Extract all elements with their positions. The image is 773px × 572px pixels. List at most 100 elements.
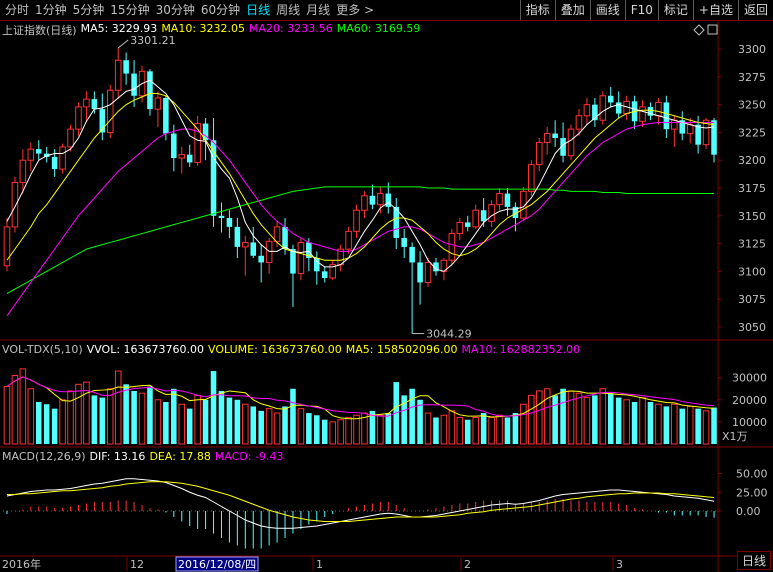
- ma20-line: [6, 121, 715, 317]
- volume-bar: [147, 386, 153, 444]
- candle-body: [615, 102, 622, 114]
- x-axis-label: 1: [316, 558, 323, 571]
- candle-body: [83, 98, 90, 108]
- candle-body: [91, 99, 98, 110]
- volume-bar: [671, 403, 678, 445]
- candle-body: [504, 193, 511, 207]
- tab-weekly[interactable]: 周线: [273, 2, 303, 18]
- candle-body: [599, 95, 607, 121]
- candle-body: [671, 119, 678, 130]
- candle-body: [535, 141, 543, 166]
- candle-body: [114, 59, 122, 91]
- candle-body: [19, 159, 27, 183]
- tab-60min[interactable]: 60分钟: [198, 2, 243, 18]
- volume-bar: [218, 390, 225, 444]
- volume-bar: [560, 388, 566, 444]
- tab-daily[interactable]: 日线: [243, 2, 273, 18]
- volume-bar: [448, 410, 456, 445]
- candle-body: [163, 98, 169, 134]
- period-tabs: 分时 1分钟 5分钟 15分钟 30分钟 60分钟 日线 周线 月线 更多 >: [2, 2, 377, 18]
- volume-bar: [99, 397, 106, 444]
- tab-15min[interactable]: 15分钟: [107, 2, 152, 18]
- volume-bar: [282, 406, 288, 444]
- volume-bar: [11, 374, 19, 445]
- candle-body: [496, 193, 503, 206]
- candle-body: [35, 149, 42, 154]
- volume-bar: [711, 407, 717, 444]
- volume-bar: [67, 390, 74, 445]
- volume-bar: [19, 368, 27, 445]
- volume-unit-label: X1万: [722, 430, 748, 443]
- candle-body: [663, 102, 670, 130]
- tab-fenshi[interactable]: 分时: [2, 2, 32, 18]
- volume-bar: [679, 408, 686, 444]
- volume-bar: [464, 419, 471, 444]
- dea-legend: DEA: 17.88: [149, 450, 211, 463]
- candle-body: [377, 193, 384, 206]
- candle-body: [464, 222, 471, 227]
- macd-y-tick-label: 50.00: [736, 468, 768, 481]
- candle-body: [282, 226, 288, 250]
- volume-bar: [114, 370, 122, 445]
- volume-bar: [385, 413, 392, 444]
- high-pointer: [117, 39, 129, 49]
- candle-body: [321, 271, 328, 278]
- candle-body: [297, 241, 305, 275]
- candle-body: [147, 71, 153, 110]
- ma10-legend: MA10: 3232.05: [161, 22, 246, 35]
- candle-body: [552, 133, 558, 138]
- volume-bar: [504, 417, 511, 444]
- ma60-legend: MA60: 3169.59: [336, 22, 421, 35]
- mark-button[interactable]: 标记: [657, 0, 693, 20]
- volume-legend: VOL-TDX(5,10) VVOL: 163673760.00 VOLUME:…: [2, 343, 580, 356]
- x-axis-label: 3: [616, 558, 623, 571]
- volume-bar: [43, 404, 50, 444]
- tab-more[interactable]: 更多 >: [333, 2, 377, 18]
- candle-body: [258, 255, 264, 263]
- price-y-tick-label: 3275: [738, 71, 766, 84]
- candle-body: [178, 154, 186, 159]
- ma5-legend: MA5: 3229.93: [80, 22, 158, 35]
- period-indicator[interactable]: 日线: [736, 551, 771, 570]
- volume-bar: [154, 399, 162, 445]
- ma60-line: [6, 186, 715, 294]
- tab-30min[interactable]: 30分钟: [153, 2, 198, 18]
- volume-bar: [234, 399, 241, 444]
- indicator-button[interactable]: 指标: [519, 0, 555, 20]
- candle-body: [353, 209, 360, 232]
- candle-body: [106, 89, 114, 133]
- tab-1min[interactable]: 1分钟: [32, 2, 70, 18]
- volume-bar: [433, 417, 439, 444]
- x-axis-label: 2: [464, 558, 471, 571]
- volume-bar: [592, 395, 598, 444]
- candle-body: [265, 240, 273, 263]
- price-y-tick-label: 3050: [738, 321, 766, 334]
- draw-line-button[interactable]: 画线: [589, 0, 625, 20]
- volume-bar: [535, 390, 543, 445]
- volume-panel-title: VOL-TDX(5,10): [2, 343, 83, 356]
- volume-bar: [178, 403, 186, 445]
- candle-body: [567, 128, 575, 157]
- f10-button[interactable]: F10: [624, 0, 658, 20]
- tab-5min[interactable]: 5分钟: [70, 2, 108, 18]
- volume-bar: [75, 383, 82, 445]
- overlay-button[interactable]: 叠加: [554, 0, 590, 20]
- volume-bar: [480, 413, 487, 444]
- tab-monthly[interactable]: 月线: [303, 2, 333, 18]
- price-y-tick-label: 3075: [738, 293, 766, 306]
- volume-bar: [631, 402, 638, 444]
- back-button[interactable]: 返回: [737, 0, 773, 20]
- volume-bar: [623, 399, 630, 445]
- volume-bar: [226, 397, 233, 444]
- candle-body: [154, 97, 162, 110]
- candle-body: [686, 124, 694, 135]
- volume-bar: [329, 421, 336, 445]
- candle-body: [59, 146, 66, 170]
- candle-body: [488, 204, 495, 222]
- volume-bar: [552, 395, 558, 444]
- add-watchlist-button[interactable]: +自选: [692, 0, 738, 20]
- volume-bar: [123, 384, 129, 444]
- volume-bar: [655, 403, 662, 445]
- volume-y-tick-label: 20000: [732, 394, 767, 407]
- low-price-label: 3044.29: [426, 328, 472, 341]
